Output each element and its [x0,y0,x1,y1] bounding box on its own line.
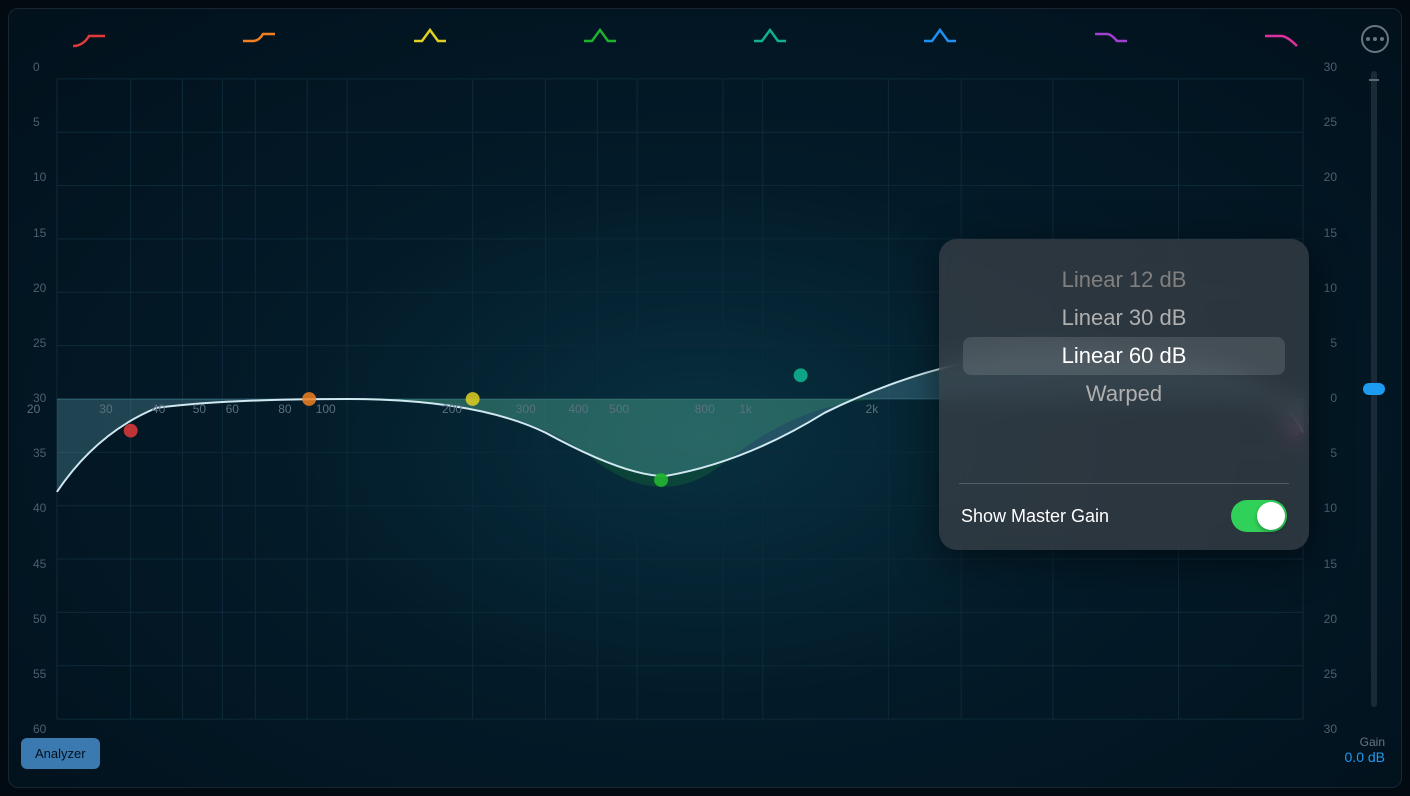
y-left-tick: 10 [33,170,46,184]
x-tick: 200 [442,402,462,416]
band-4-node[interactable] [654,473,668,487]
y-right-tick: 10 [1324,281,1337,295]
x-tick: 300 [516,402,536,416]
y-right-tick: 30 [1324,722,1337,736]
x-tick: 100 [316,402,336,416]
show-master-gain-toggle[interactable] [1231,500,1287,532]
y-left-tick: 5 [33,115,40,129]
x-tick: 80 [278,402,291,416]
y-left-tick: 40 [33,501,46,515]
y-left-tick: 15 [33,226,46,240]
y-right-tick: 5 [1330,446,1337,460]
y-left-tick: 0 [33,60,40,74]
y-left-tick: 55 [33,667,46,681]
minus-icon [1369,79,1379,81]
y-left-tick: 45 [33,557,46,571]
options-menu-button[interactable] [1361,25,1389,53]
y-right-tick: 0 [1330,391,1337,405]
y-right-tick: 15 [1324,226,1337,240]
band-4-bell-icon[interactable] [580,26,620,48]
y-right-tick: 20 [1324,170,1337,184]
y-left-tick: 30 [33,391,46,405]
y-right-tick: 20 [1324,612,1337,626]
y-left-tick: 20 [33,281,46,295]
band-5-node[interactable] [794,368,808,382]
range-popup: Linear 12 dBLinear 30 dBLinear 60 dBWarp… [939,239,1309,550]
band-filter-row [69,19,1301,55]
gain-readout: Gain 0.0 dB [1345,735,1385,765]
y-left-tick: 60 [33,722,46,736]
x-tick: 60 [226,402,239,416]
x-tick: 400 [568,402,588,416]
y-right-tick: 30 [1324,60,1337,74]
range-option[interactable]: Warped [953,375,1295,413]
y-right-tick: 10 [1324,501,1337,515]
band-8-highcut-icon[interactable] [1261,26,1301,48]
y-left-tick: 50 [33,612,46,626]
band-2-lowshelf-icon[interactable] [239,26,279,48]
range-option[interactable]: Linear 12 dB [953,261,1295,299]
band-7-highshelf-icon[interactable] [1091,26,1131,48]
y-left-tick: 25 [33,336,46,350]
range-option[interactable]: Linear 30 dB [953,299,1295,337]
band-6-bell-icon[interactable] [920,26,960,48]
x-tick: 40 [152,402,165,416]
x-tick: 500 [609,402,629,416]
y-right-tick: 5 [1330,336,1337,350]
band-3-node[interactable] [466,392,480,406]
range-option[interactable]: Linear 60 dB [963,337,1285,375]
x-tick: 800 [695,402,715,416]
toggle-knob [1257,502,1285,530]
y-right-tick: 25 [1324,115,1337,129]
x-tick: 50 [193,402,206,416]
analyzer-button[interactable]: Analyzer [21,738,100,769]
y-axis-left: 051015202530354045505560 [27,67,67,729]
band-2-node[interactable] [302,392,316,406]
band-5-bell-icon[interactable] [750,26,790,48]
x-tick: 1k [739,402,752,416]
master-gain-slider[interactable] [1371,71,1377,707]
band-3-bell-icon[interactable] [410,26,450,48]
y-right-tick: 25 [1324,667,1337,681]
gain-thumb[interactable] [1363,383,1385,395]
popup-divider [959,483,1289,484]
band-1-node[interactable] [124,424,138,438]
show-master-gain-label: Show Master Gain [961,506,1109,527]
x-tick: 30 [99,402,112,416]
band-1-lowcut-icon[interactable] [69,26,109,48]
y-axis-right: 30252015105051015202530 [1303,67,1343,729]
y-right-tick: 15 [1324,557,1337,571]
y-left-tick: 35 [33,446,46,460]
x-tick: 2k [866,402,879,416]
